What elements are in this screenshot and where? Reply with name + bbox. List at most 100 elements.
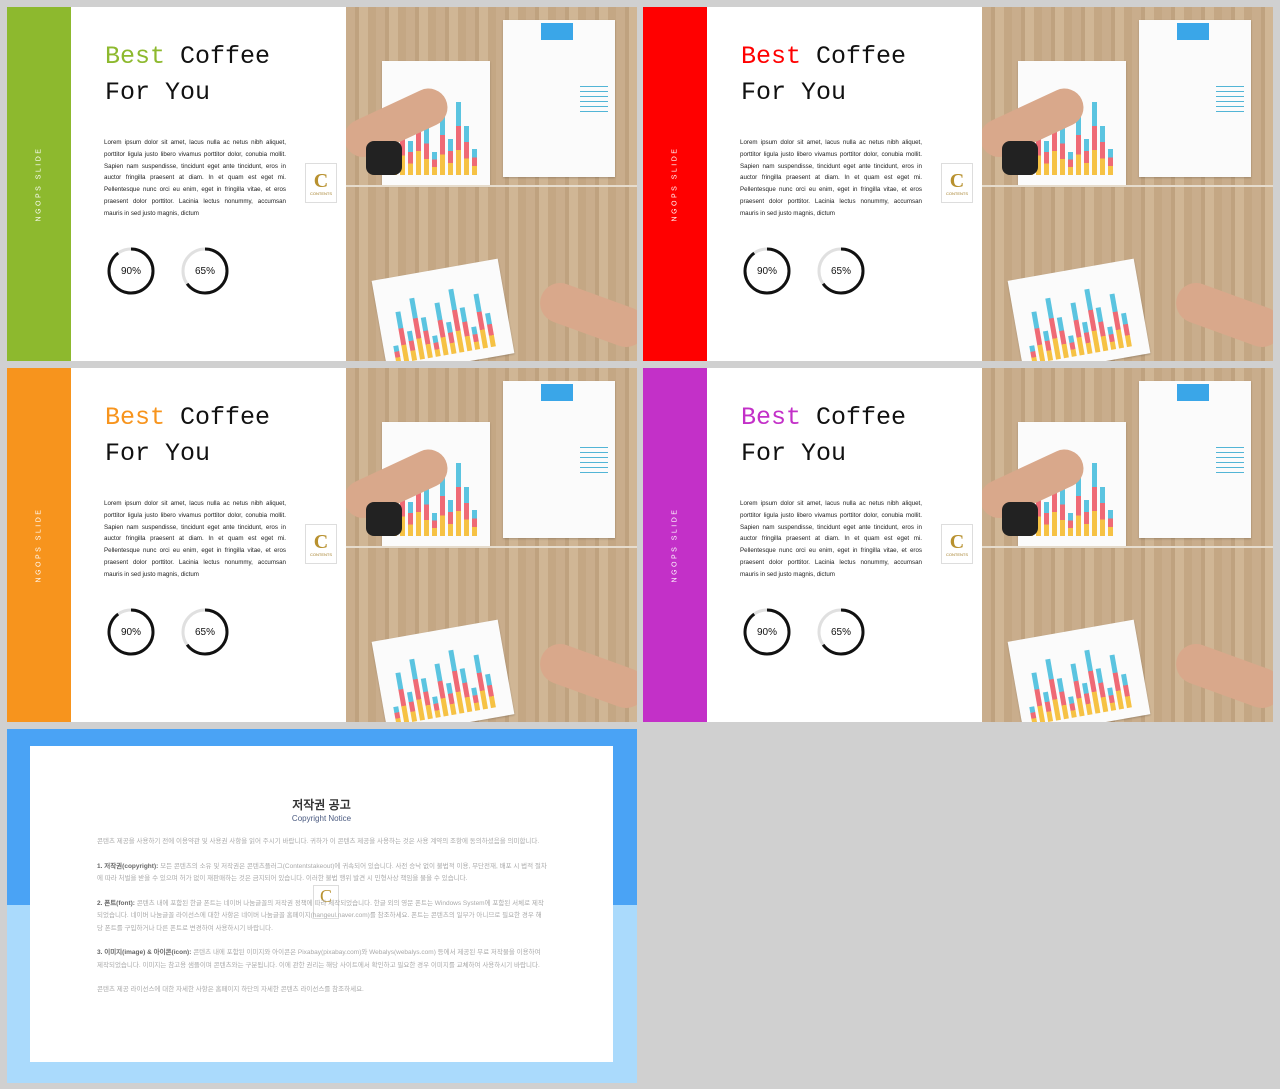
fist: [1170, 277, 1273, 353]
chart-bar: [432, 151, 437, 175]
copyright-section-3: 3. 이미지(image) & 아이콘(icon): 콘텐츠 내에 포함된 이미…: [97, 947, 547, 972]
contents-logo: C CONTENTS: [305, 524, 337, 564]
chart-bar: [1044, 502, 1049, 536]
progress-ring: 65%: [180, 607, 230, 657]
chart-bar: [448, 499, 453, 536]
progress-label: 65%: [194, 265, 215, 277]
progress-label: 90%: [120, 626, 141, 638]
slide: NGOPS SLIDE Best Coffee For You Lorem ips…: [643, 368, 1273, 722]
watch: [366, 141, 402, 175]
section-text: 콘텐츠 내에 포함된 한글 폰트는 네이버 나눔글꼴의 저작권 정책에 따라 제…: [97, 899, 544, 932]
side-label: NGOPS SLIDE: [35, 146, 43, 222]
resume-paper: [1139, 381, 1251, 538]
resume-paper: [503, 381, 615, 538]
title-rest: Coffee: [801, 42, 907, 71]
chart-paper: [371, 258, 515, 361]
resume-paper: [1139, 20, 1251, 177]
body-text: Lorem ipsum dolor sit amet, lacus nulla …: [104, 139, 286, 217]
chart-bar: [471, 687, 481, 711]
chart-bar: [1068, 696, 1077, 718]
chart-bar: [432, 696, 441, 718]
chart-bar: [1092, 463, 1097, 536]
photo: [346, 368, 637, 722]
copyright-intro: 콘텐츠 제공을 사용하기 전에 이용약관 및 사용권 사항을 읽어 주시기 바랍…: [97, 838, 540, 845]
chart-bar: [408, 141, 413, 175]
side-label: NGOPS SLIDE: [671, 507, 679, 583]
chart-bar: [464, 486, 469, 536]
resume-paper: [503, 20, 615, 177]
progress-ring: 90%: [742, 607, 792, 657]
progress-ring: 65%: [816, 246, 866, 296]
chart-bar: [1068, 151, 1073, 175]
slide-title: Best Coffee For You: [105, 400, 270, 472]
chart-bar: [408, 502, 413, 536]
chart-bar: [1108, 510, 1113, 536]
copyright-section-1: 1. 저작권(copyright): 모든 콘텐츠의 소유 및 저작권은 콘텐츠…: [97, 861, 547, 886]
title-line2: For You: [105, 439, 211, 468]
chart-paper: [1007, 258, 1151, 361]
watch: [1002, 141, 1038, 175]
logo-letter: C: [949, 530, 965, 553]
watch: [1002, 502, 1038, 536]
title-rest: Coffee: [801, 403, 907, 432]
body-text: Lorem ipsum dolor sit amet, lacus nulla …: [104, 500, 286, 578]
chart-bar: [1068, 335, 1077, 357]
chart-paper: [1007, 619, 1151, 722]
chart-bar: [1029, 344, 1038, 361]
side-label: NGOPS SLIDE: [35, 507, 43, 583]
body-text: Lorem ipsum dolor sit amet, lacus nulla …: [740, 500, 922, 578]
chart-bar: [424, 128, 429, 175]
chart-bar: [1076, 115, 1081, 175]
contents-logo: C CONTENTS: [305, 163, 337, 203]
progress-label: 65%: [194, 626, 215, 638]
title-rest: Coffee: [165, 42, 271, 71]
title-accent: Best: [741, 403, 802, 432]
progress-label: 90%: [756, 626, 777, 638]
progress-ring: 65%: [180, 246, 230, 296]
fist: [1170, 638, 1273, 714]
accent-bar: NGOPS SLIDE: [643, 368, 707, 722]
logo-letter: C: [313, 169, 329, 192]
photo: [982, 368, 1273, 722]
progress-ring: 90%: [106, 246, 156, 296]
section-heading: 2. 폰트(font):: [97, 899, 135, 907]
slide-title: Best Coffee For You: [105, 39, 270, 111]
chart-bar: [456, 463, 461, 536]
chart-bar: [1100, 125, 1105, 175]
logo-letter: C: [949, 169, 965, 192]
watch: [366, 502, 402, 536]
slide: NGOPS SLIDE Best Coffee For You Lorem ips…: [7, 7, 637, 361]
chart-bar: [448, 138, 453, 175]
slide-title: Best Coffee For You: [741, 400, 906, 472]
slide: NGOPS SLIDE Best Coffee For You Lorem ips…: [643, 7, 1273, 361]
progress-label: 65%: [830, 626, 851, 638]
photo: [982, 7, 1273, 361]
fist: [534, 638, 637, 714]
side-label: NGOPS SLIDE: [671, 146, 679, 222]
chart-bar: [472, 510, 477, 536]
fist: [534, 277, 637, 353]
copyright-subtitle: Copyright Notice: [291, 814, 352, 823]
chart-bar: [471, 326, 481, 350]
chart-bar: [1084, 138, 1089, 175]
progress-label: 90%: [120, 265, 141, 277]
copyright-outro: 콘텐츠 제공 라이선스에 대한 자세한 사항은 홈페이지 하단의 자세한 콘텐츠…: [97, 986, 364, 993]
chart-bar: [432, 335, 441, 357]
logo-letter: C: [313, 530, 329, 553]
chart-bar: [393, 344, 402, 361]
logo-text: CONTENTS: [946, 190, 968, 196]
accent-bar: NGOPS SLIDE: [7, 7, 71, 361]
accent-bar: NGOPS SLIDE: [7, 368, 71, 722]
accent-bar: NGOPS SLIDE: [643, 7, 707, 361]
chart-bar: [1076, 476, 1081, 536]
body-text: Lorem ipsum dolor sit amet, lacus nulla …: [740, 139, 922, 217]
title-rest: Coffee: [165, 403, 271, 432]
progress-ring: 65%: [816, 607, 866, 657]
chart-bar: [424, 489, 429, 536]
copyright-section-2: 2. 폰트(font): 콘텐츠 내에 포함된 한글 폰트는 네이버 나눔글꼴의…: [97, 898, 547, 936]
chart-bar: [1029, 705, 1038, 722]
slide-title: Best Coffee For You: [741, 39, 906, 111]
chart-bar: [1108, 149, 1113, 175]
progress-ring: 90%: [742, 246, 792, 296]
section-text: 모든 콘텐츠의 소유 및 저작권은 콘텐츠플러그(Contentstakeout…: [97, 862, 547, 883]
